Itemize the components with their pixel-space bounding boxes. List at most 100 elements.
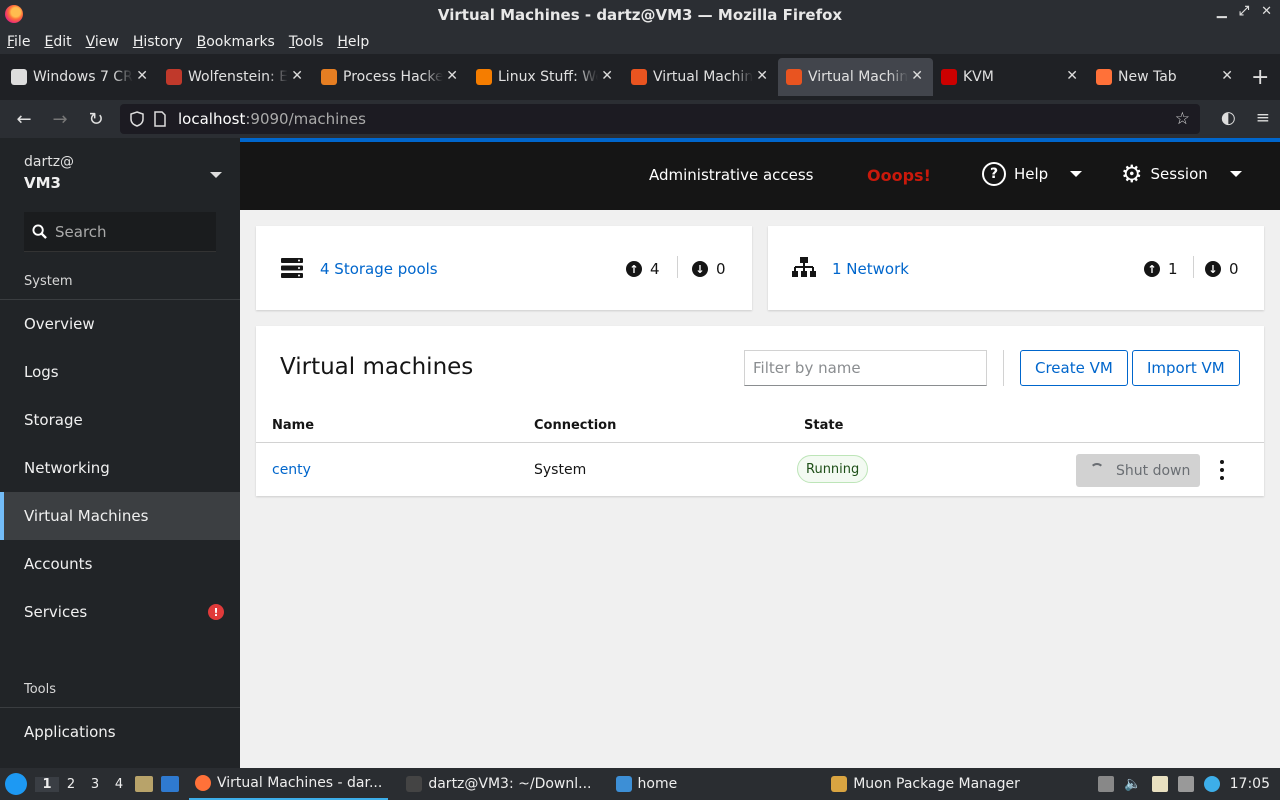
taskbar-task[interactable]: Virtual Machines - dar... xyxy=(189,768,389,800)
browser-tab[interactable]: Virtual Machin ✕ xyxy=(778,58,933,96)
tab-favicon-icon xyxy=(321,69,337,85)
folder-icon xyxy=(615,776,632,792)
menu-help[interactable]: Help xyxy=(337,34,369,50)
network-icon xyxy=(792,257,816,277)
tab-close-icon[interactable]: ✕ xyxy=(756,68,768,84)
sidebar-item-applications[interactable]: Applications xyxy=(0,708,240,756)
sidebar-item-virtual-machines[interactable]: Virtual Machines xyxy=(0,492,240,540)
window-controls: ▁ ⤢ ✕ xyxy=(1217,4,1272,19)
tab-close-icon[interactable]: ✕ xyxy=(1066,68,1078,84)
administrative-access-toggle[interactable]: Administrative access xyxy=(649,166,814,184)
vm-connection: System xyxy=(534,462,587,478)
menu-file[interactable]: File xyxy=(7,34,30,50)
show-desktop-icon[interactable] xyxy=(135,776,153,792)
tab-close-icon[interactable]: ✕ xyxy=(291,68,303,84)
chevron-down-icon[interactable] xyxy=(210,172,222,178)
sidebar-item-services[interactable]: Services! xyxy=(0,588,240,636)
host-name: VM3 xyxy=(24,174,61,192)
browser-tab[interactable]: Linux Stuff: We ✕ xyxy=(468,58,623,96)
browser-tab[interactable]: Wolfenstein: E ✕ xyxy=(158,58,313,96)
sidebar-item-overview[interactable]: Overview xyxy=(0,300,240,348)
sidebar-item-networking[interactable]: Networking xyxy=(0,444,240,492)
sidebar-item-storage[interactable]: Storage xyxy=(0,396,240,444)
browser-tab[interactable]: New Tab ✕ xyxy=(1088,58,1243,96)
minimize-icon[interactable]: ▁ xyxy=(1217,4,1227,19)
menu-mnemonic: H xyxy=(337,33,348,50)
section-tools: Tools xyxy=(0,636,240,708)
clipboard-icon[interactable] xyxy=(1151,776,1168,792)
restore-icon[interactable]: ⤢ xyxy=(1239,4,1249,19)
menu-history[interactable]: History xyxy=(133,34,183,50)
kebab-menu-icon[interactable] xyxy=(1218,460,1226,480)
tray-arrow-icon[interactable] xyxy=(1098,776,1115,792)
nav-bar: ← → ↻ localhost:9090/machines ☆ ◐ ≡ xyxy=(0,100,1280,138)
help-menu[interactable]: ? Help xyxy=(982,162,1083,186)
url-bar[interactable]: localhost:9090/machines ☆ xyxy=(120,104,1200,134)
sidebar-item-label: Overview xyxy=(24,315,95,333)
networks-link[interactable]: 1 Network xyxy=(832,260,909,278)
shield-icon xyxy=(130,111,144,127)
menu-mnemonic: V xyxy=(85,33,95,50)
alert-icon: ! xyxy=(208,604,224,620)
tab-close-icon[interactable]: ✕ xyxy=(446,68,458,84)
storage-up-count: 4 xyxy=(650,260,660,278)
sidebar-item-logs[interactable]: Logs xyxy=(0,348,240,396)
taskbar-task[interactable]: dartz@VM3: ~/Downl... xyxy=(400,768,597,800)
url-host: localhost xyxy=(178,110,246,128)
filter-by-name-input[interactable] xyxy=(744,350,987,386)
tab-favicon-icon xyxy=(166,69,182,85)
ooops-indicator[interactable]: Ooops! xyxy=(867,166,931,185)
tab-close-icon[interactable]: ✕ xyxy=(136,68,148,84)
taskbar-task[interactable]: Muon Package Manager xyxy=(825,768,1026,800)
workspace-3[interactable]: 3 xyxy=(83,777,107,792)
menu-tools[interactable]: Tools xyxy=(289,34,324,50)
storage-pools-link[interactable]: 4 Storage pools xyxy=(320,260,438,278)
host-switcher[interactable]: dartz@ VM3 xyxy=(0,138,240,192)
sidebar-item-accounts[interactable]: Accounts xyxy=(0,540,240,588)
forward-icon[interactable]: → xyxy=(42,109,78,130)
taskbar-task[interactable]: home xyxy=(610,768,684,800)
clock[interactable]: 17:05 xyxy=(1230,776,1270,792)
tab-label: Virtual Machin xyxy=(653,69,753,85)
volume-icon[interactable]: 🔈 xyxy=(1124,776,1141,792)
contrast-icon[interactable]: ◐ xyxy=(1221,108,1236,128)
browser-tab[interactable]: Virtual Machin ✕ xyxy=(623,58,778,96)
vm-name-link[interactable]: centy xyxy=(272,462,311,478)
workspace-1[interactable]: 1 xyxy=(35,776,59,792)
tab-close-icon[interactable]: ✕ xyxy=(1221,68,1233,84)
menu-view[interactable]: View xyxy=(86,34,119,50)
network-tray-icon[interactable] xyxy=(1177,776,1194,792)
taskbar-task-label: Muon Package Manager xyxy=(853,776,1020,792)
create-vm-button[interactable]: Create VM xyxy=(1020,350,1128,386)
url-path: :9090/machines xyxy=(245,110,366,128)
column-header-name[interactable]: Name xyxy=(272,418,314,433)
application-launcher-icon[interactable] xyxy=(5,773,27,795)
tab-favicon-icon xyxy=(941,69,957,85)
menu-edit[interactable]: Edit xyxy=(44,34,71,50)
close-icon[interactable]: ✕ xyxy=(1261,4,1272,19)
import-vm-button[interactable]: Import VM xyxy=(1132,350,1240,386)
file-manager-launcher-icon[interactable] xyxy=(161,776,179,792)
menu-label-rest: dit xyxy=(53,33,72,50)
sidebar-search[interactable]: Search xyxy=(24,212,216,252)
browser-tab[interactable]: KVM ✕ xyxy=(933,58,1088,96)
toolbar-divider xyxy=(1003,350,1004,386)
menu-bookmarks[interactable]: Bookmarks xyxy=(197,34,275,50)
shut-down-button[interactable]: Shut down xyxy=(1076,454,1200,487)
firefox-icon xyxy=(195,775,211,791)
workspace-4[interactable]: 4 xyxy=(107,777,131,792)
menu-mnemonic: F xyxy=(7,33,15,50)
browser-tab[interactable]: Process Hacke ✕ xyxy=(313,58,468,96)
session-menu[interactable]: ⚙ Session xyxy=(1121,162,1242,186)
tab-close-icon[interactable]: ✕ xyxy=(911,68,923,84)
reload-icon[interactable]: ↻ xyxy=(78,109,114,130)
new-tab-icon[interactable]: + xyxy=(1251,65,1269,90)
updates-icon[interactable] xyxy=(1203,776,1220,792)
browser-tab[interactable]: Windows 7 CR ✕ xyxy=(3,58,158,96)
workspace-2[interactable]: 2 xyxy=(59,777,83,792)
hamburger-menu-icon[interactable]: ≡ xyxy=(1256,108,1270,128)
tab-label: Wolfenstein: E xyxy=(188,69,288,85)
bookmark-star-icon[interactable]: ☆ xyxy=(1175,109,1190,129)
tab-close-icon[interactable]: ✕ xyxy=(601,68,613,84)
back-icon[interactable]: ← xyxy=(6,109,42,130)
